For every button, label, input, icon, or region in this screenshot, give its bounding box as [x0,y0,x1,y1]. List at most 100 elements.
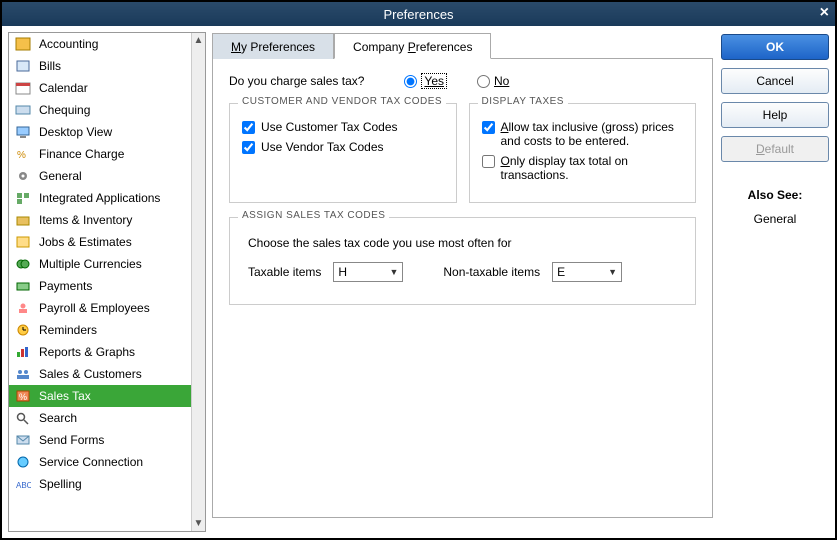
sidebar-item-label: Reports & Graphs [39,345,135,359]
sidebar-item-label: Search [39,411,77,425]
sidebar-item-integrated-applications[interactable]: Integrated Applications [9,187,191,209]
sidebar-item-general[interactable]: General [9,165,191,187]
sidebar-item-accounting[interactable]: Accounting [9,33,191,55]
default-button[interactable]: DefaultDefault [721,136,829,162]
also-see: Also See: General [721,188,829,226]
currency-icon [13,256,33,272]
send-icon [13,432,33,448]
group-customer-vendor-tax: CUSTOMER AND VENDOR TAX CODES Use Custom… [229,103,457,203]
company-preferences-panel: Do you charge sales tax? Yes No [212,58,713,518]
sidebar-item-sales-customers[interactable]: Sales & Customers [9,363,191,385]
chevron-down-icon: ▼ [389,267,398,277]
svg-text:%: % [17,150,26,161]
payroll-icon [13,300,33,316]
chk-allow-gross[interactable]: Allow tax inclusive (gross) prices and c… [482,120,684,148]
radio-no[interactable]: No [477,74,509,88]
sidebar-item-reminders[interactable]: Reminders [9,319,191,341]
sidebar-item-label: Reminders [39,323,97,337]
chevron-down-icon: ▼ [608,267,617,277]
sidebar: Accounting Bills Calendar Chequing Desktop V… [8,32,206,532]
apps-icon [13,190,33,206]
sidebar-item-finance-charge[interactable]: % Finance Charge [9,143,191,165]
sidebar-item-payments[interactable]: Payments [9,275,191,297]
sidebar-item-label: Send Forms [39,433,104,447]
cheque-icon [13,102,33,118]
also-see-link[interactable]: General [721,212,829,226]
tab-bar: My My PreferencesPreferences Company Pre… [212,32,713,58]
sidebar-item-label: Payroll & Employees [39,301,150,315]
cancel-button[interactable]: Cancel [721,68,829,94]
sidebar-item-label: Sales Tax [39,389,91,403]
sidebar-item-reports-graphs[interactable]: Reports & Graphs [9,341,191,363]
finance-icon: % [13,146,33,162]
sidebar-item-jobs-estimates[interactable]: Jobs & Estimates [9,231,191,253]
sidebar-item-label: Multiple Currencies [39,257,142,271]
sidebar-item-label: General [39,169,82,183]
customers-icon [13,366,33,382]
preferences-window: Preferences × Accounting Bills Calendar Che… [0,0,837,540]
label-taxable-items: Taxable items [248,265,321,279]
ledger-icon [13,36,33,52]
desktop-icon [13,124,33,140]
label-nontaxable-items: Non-taxable items [443,265,540,279]
chk-only-total[interactable]: Only display tax total on transactions. … [482,154,684,182]
close-icon[interactable]: × [820,4,829,22]
jobs-icon [13,234,33,250]
sidebar-item-label: Desktop View [39,125,112,139]
sidebar-item-label: Accounting [39,37,98,51]
tab-my-preferences[interactable]: My My PreferencesPreferences [212,33,334,59]
sidebar-item-desktop-view[interactable]: Desktop View [9,121,191,143]
dropdown-taxable[interactable]: H ▼ [333,262,403,282]
bills-icon [13,58,33,74]
ok-button[interactable]: OK [721,34,829,60]
clock-icon [13,322,33,338]
sidebar-item-chequing[interactable]: Chequing [9,99,191,121]
scroll-up-icon[interactable]: ▲ [194,33,204,48]
assign-instruction: Choose the sales tax code you use most o… [248,236,677,250]
sidebar-item-label: Jobs & Estimates [39,235,132,249]
sidebar-item-label: Calendar [39,81,88,95]
sidebar-item-label: Service Connection [39,455,143,469]
charge-tax-question: Do you charge sales tax? [229,74,364,88]
sidebar-item-sales-tax[interactable]: % Sales Tax [9,385,191,407]
tab-company-preferences[interactable]: Company PreferencesCompany Preferences [334,33,491,59]
group-assign-sales-tax: ASSIGN SALES TAX CODES Choose the sales … [229,217,696,305]
sidebar-item-bills[interactable]: Bills [9,55,191,77]
globe-icon [13,454,33,470]
radio-yes[interactable]: Yes [404,73,447,89]
sidebar-item-payroll-employees[interactable]: Payroll & Employees [9,297,191,319]
sidebar-item-label: Bills [39,59,61,73]
chk-use-customer-tax[interactable]: Use Customer Tax Codes [242,120,444,134]
sidebar-scrollbar[interactable]: ▲ ▼ [191,33,205,531]
sidebar-item-send-forms[interactable]: Send Forms [9,429,191,451]
sidebar-item-service-connection[interactable]: Service Connection [9,451,191,473]
inventory-icon [13,212,33,228]
gear-icon [13,168,33,184]
search-icon [13,410,33,426]
dropdown-nontaxable[interactable]: E ▼ [552,262,622,282]
percent-icon: % [13,388,33,404]
sidebar-item-multiple-currencies[interactable]: Multiple Currencies [9,253,191,275]
right-button-column: OK Cancel Help DefaultDefault Also See: … [721,32,829,532]
sidebar-item-calendar[interactable]: Calendar [9,77,191,99]
graph-icon [13,344,33,360]
sidebar-item-label: Sales & Customers [39,367,142,381]
sidebar-item-spelling[interactable]: ABC Spelling [9,473,191,495]
sidebar-item-label: Chequing [39,103,90,117]
help-button[interactable]: Help [721,102,829,128]
group-display-taxes: DISPLAY TAXES Allow tax inclusive (gross… [469,103,697,203]
sidebar-item-items-inventory[interactable]: Items & Inventory [9,209,191,231]
titlebar: Preferences × [2,2,835,26]
sidebar-item-search[interactable]: Search [9,407,191,429]
payments-icon [13,278,33,294]
sidebar-item-label: Spelling [39,477,82,491]
svg-text:%: % [19,392,27,402]
scroll-down-icon[interactable]: ▼ [194,516,204,531]
abc-icon: ABC [13,476,33,492]
sidebar-item-label: Payments [39,279,92,293]
window-title: Preferences [383,7,453,22]
chk-use-vendor-tax[interactable]: Use Vendor Tax Codes [242,140,444,154]
svg-text:ABC: ABC [16,481,31,490]
sidebar-item-label: Finance Charge [39,147,124,161]
sidebar-item-label: Integrated Applications [39,191,160,205]
